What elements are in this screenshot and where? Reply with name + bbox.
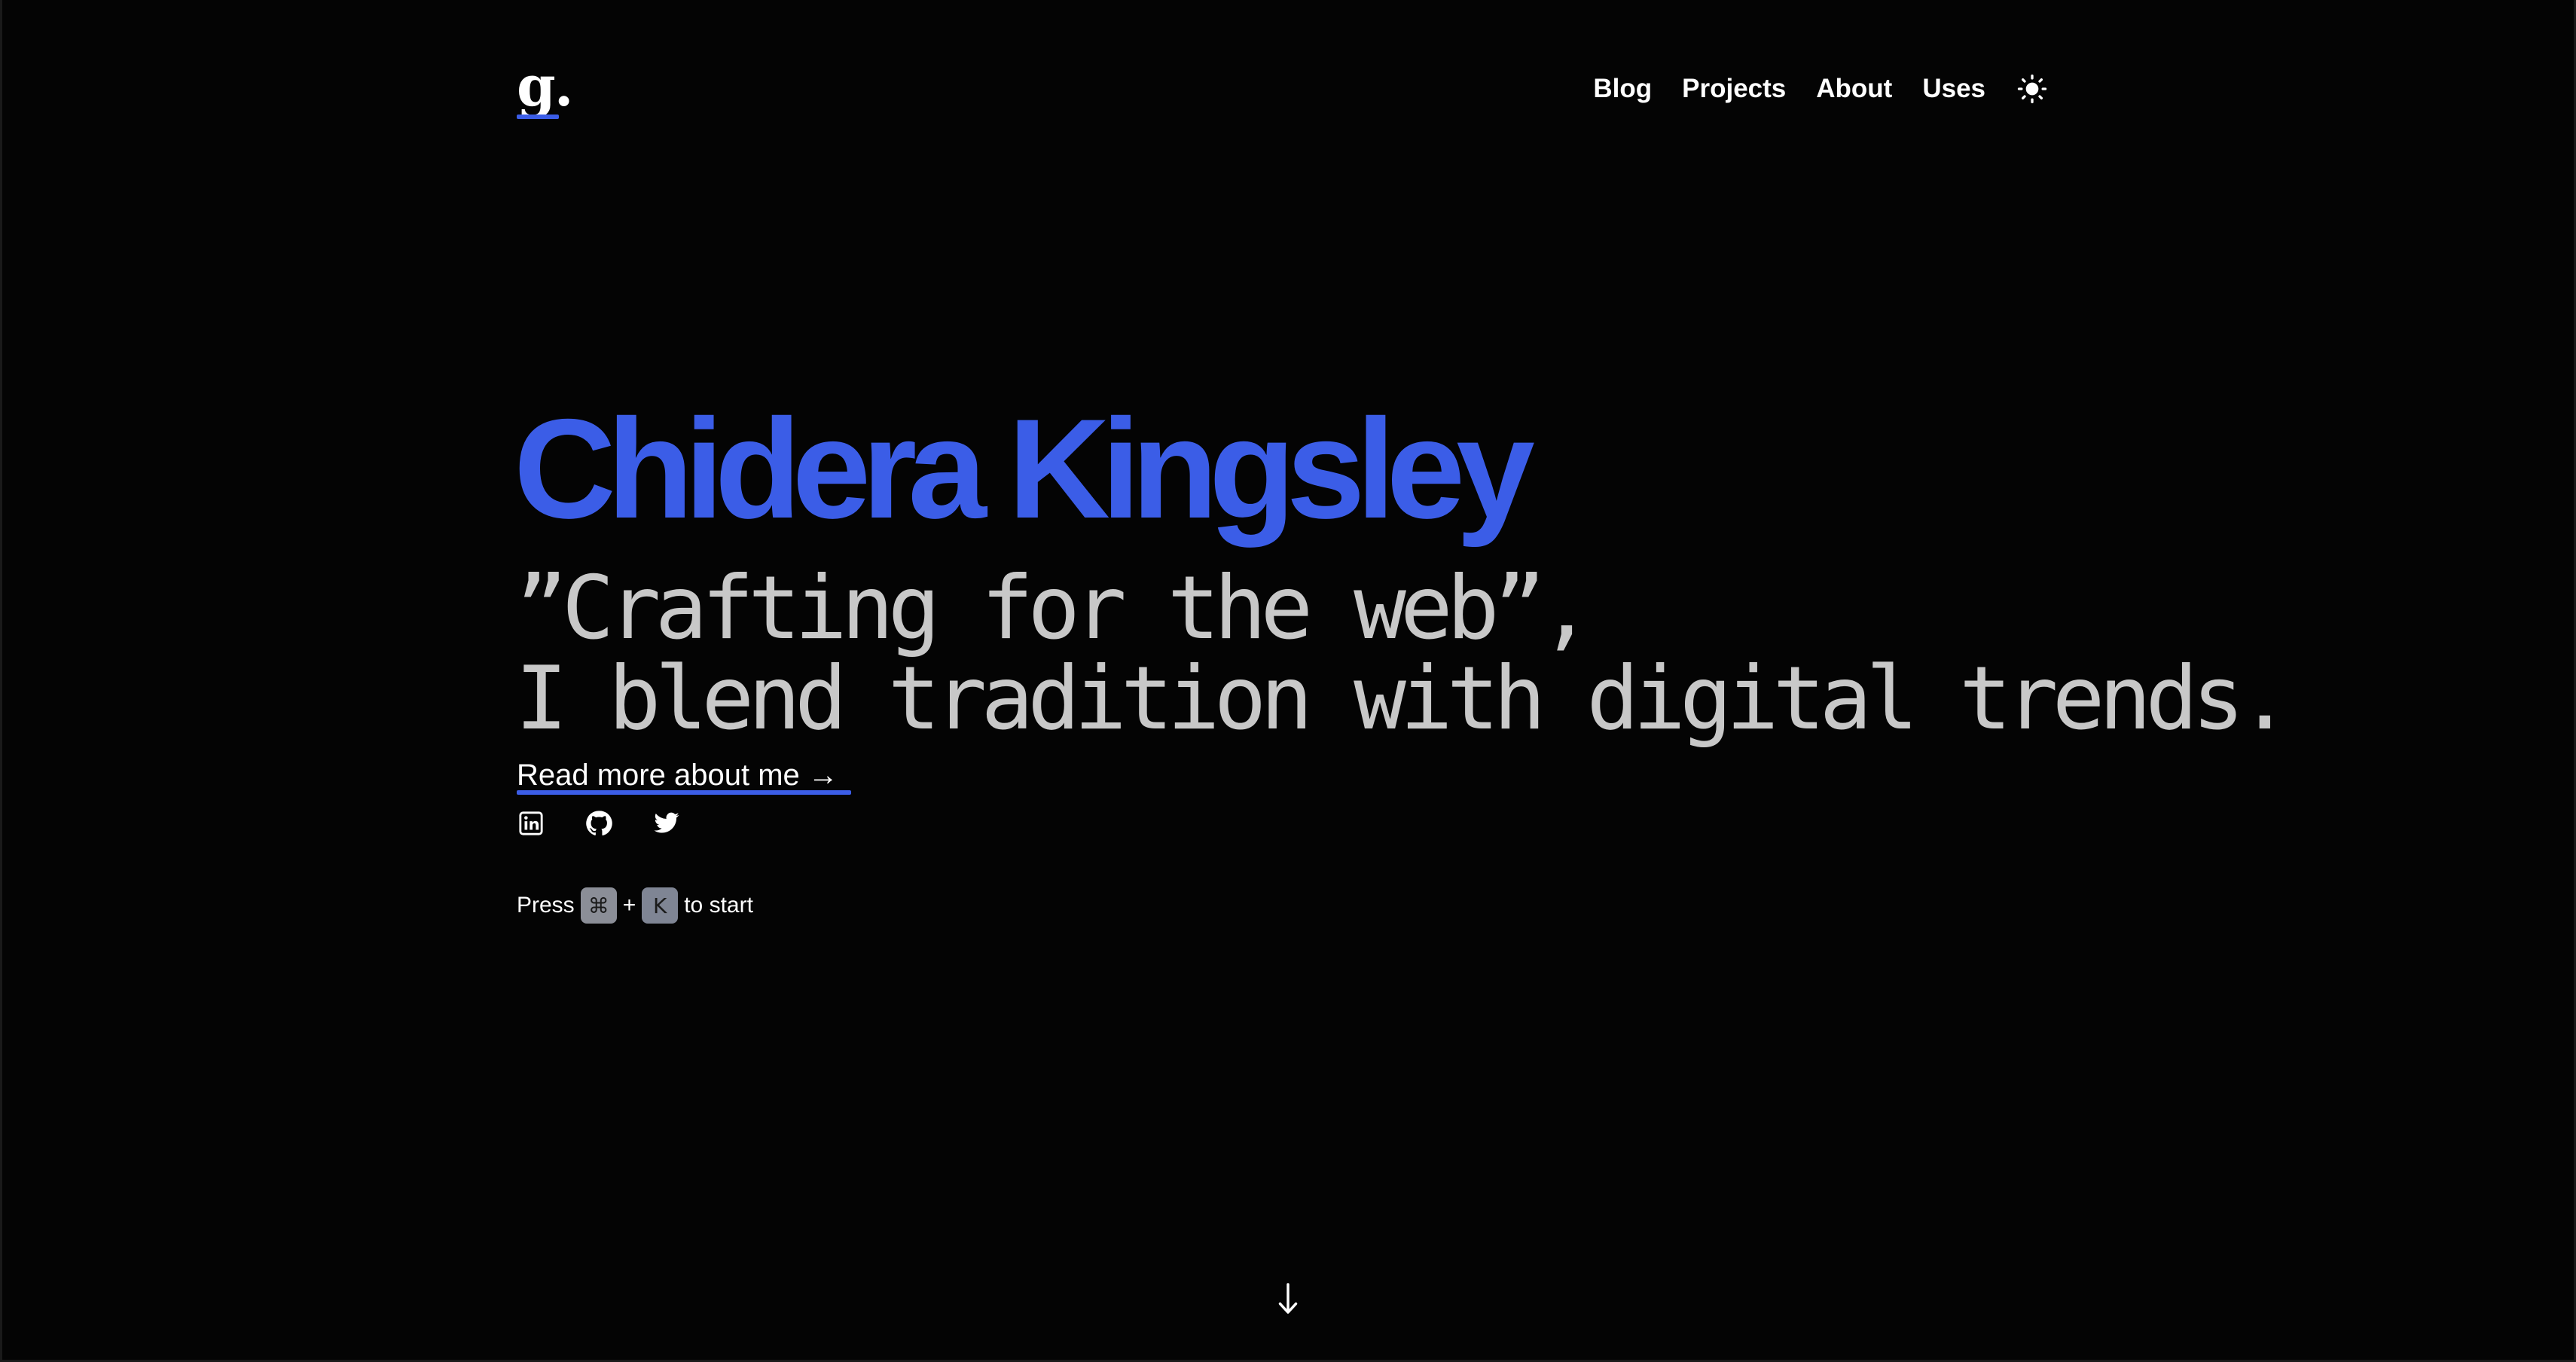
arrow-down-icon xyxy=(1278,1283,1298,1314)
hint-joiner: + xyxy=(622,893,636,918)
linkedin-link[interactable] xyxy=(517,809,545,838)
github-link[interactable] xyxy=(584,809,613,838)
nav-item-projects[interactable]: Projects xyxy=(1682,72,1786,105)
github-icon xyxy=(586,811,612,836)
nav-item-uses[interactable]: Uses xyxy=(1922,72,1985,105)
read-more-underline xyxy=(517,790,851,795)
logo-underline xyxy=(517,115,559,119)
hint-suffix: to start xyxy=(684,893,753,918)
k-key: K xyxy=(642,887,679,924)
command-key: ⌘ xyxy=(580,887,617,924)
hero-name: Chidera Kingsley xyxy=(514,389,1535,548)
command-palette-hint: Press ⌘ + K to start xyxy=(517,887,753,924)
linkedin-icon xyxy=(519,811,543,835)
sun-icon xyxy=(2017,74,2047,104)
read-more-link[interactable]: Read more about me → xyxy=(517,756,838,795)
twitter-link[interactable] xyxy=(652,809,681,838)
tagline-line-2: I blend tradition with digital trends. xyxy=(515,648,2291,750)
main-nav: Blog Projects About Uses xyxy=(1593,72,2049,105)
hero-tagline: ”Crafting for the web”, I blend traditio… xyxy=(515,557,2291,750)
theme-toggle-button[interactable] xyxy=(2016,72,2049,105)
hint-prefix: Press xyxy=(517,893,575,918)
social-links xyxy=(517,809,681,838)
nav-item-about[interactable]: About xyxy=(1816,72,1892,105)
logo-link[interactable]: g. xyxy=(517,59,574,115)
scroll-down-button[interactable] xyxy=(1276,1281,1300,1317)
nav-item-blog[interactable]: Blog xyxy=(1593,72,1652,105)
tagline-line-1: ”Crafting for the web”, xyxy=(515,557,1592,659)
twitter-icon xyxy=(654,812,679,833)
